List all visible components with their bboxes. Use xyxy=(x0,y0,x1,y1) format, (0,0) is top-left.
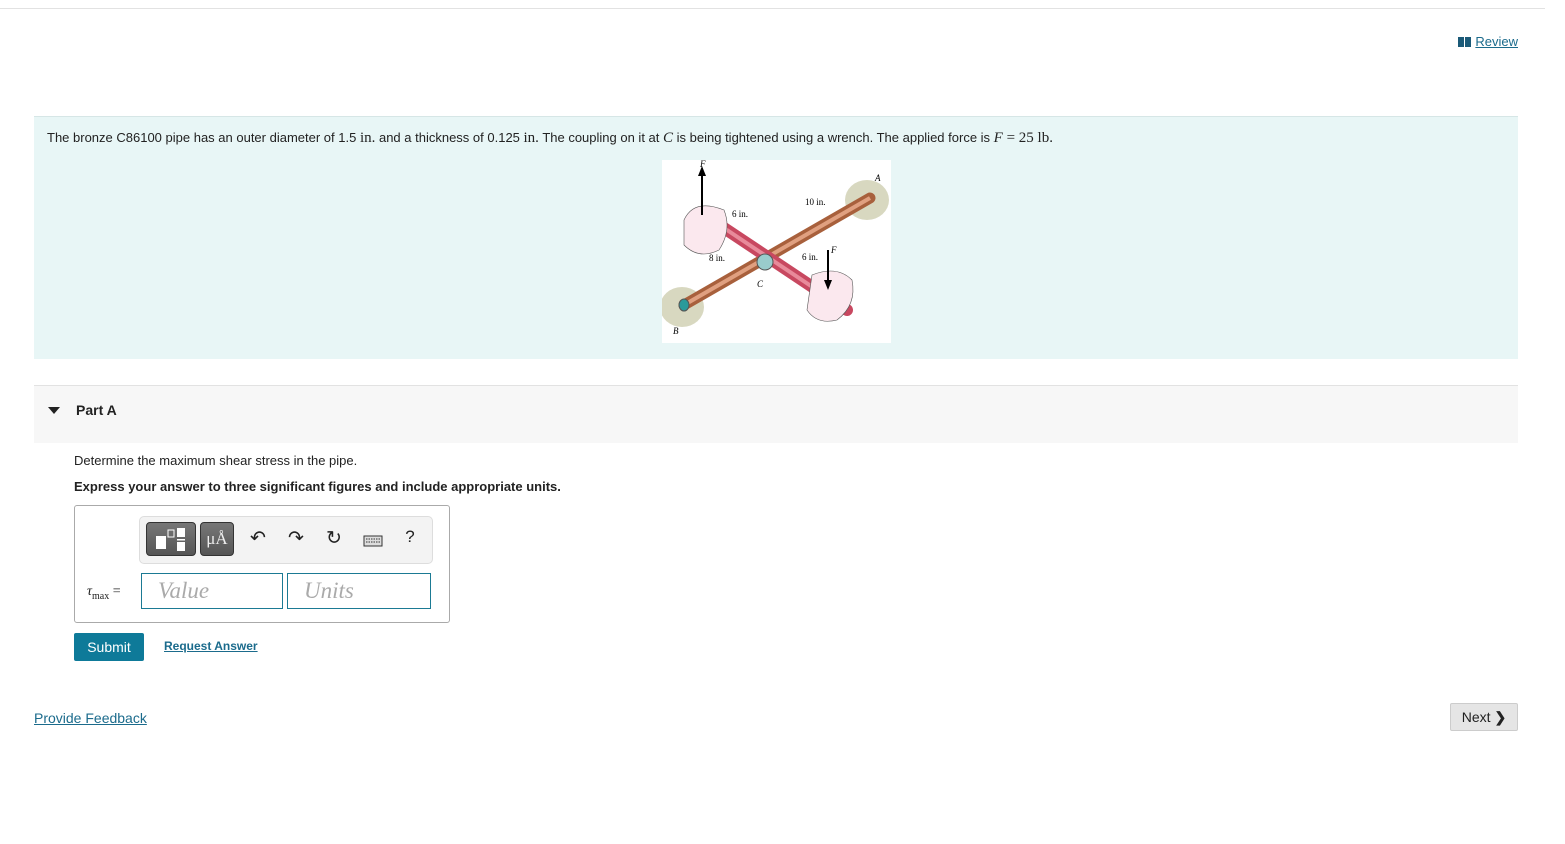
force-value: = 25 lb. xyxy=(1002,130,1053,146)
hand-left xyxy=(683,205,728,255)
coupling-c xyxy=(756,253,774,271)
answer-box: μÅ ↶ ↷ ↻ ? τmax = xyxy=(74,505,450,623)
reset-icon[interactable]: ↻ xyxy=(322,527,346,550)
force-var: F xyxy=(993,130,1003,146)
fraction-template-icon xyxy=(156,528,185,551)
undo-icon[interactable]: ↶ xyxy=(246,527,270,550)
collapse-triangle-icon[interactable] xyxy=(48,407,60,414)
review-label: Review xyxy=(1475,34,1518,49)
next-label: Next xyxy=(1461,708,1491,725)
next-button[interactable]: Next ❯ xyxy=(1450,703,1518,731)
top-divider xyxy=(0,8,1545,9)
label-b: B xyxy=(673,326,679,336)
units-button[interactable]: μÅ xyxy=(200,522,234,556)
label-10in: 10 in. xyxy=(805,197,826,207)
label-8in: 8 in. xyxy=(709,253,725,263)
redo-icon[interactable]: ↷ xyxy=(284,527,308,550)
variable-label: τmax = xyxy=(87,584,121,602)
label-c: C xyxy=(757,279,764,289)
label-f-bottom: F xyxy=(830,245,837,255)
problem-statement: The bronze C86100 pipe has an outer diam… xyxy=(34,116,1518,359)
problem-figure: F F A B C 10 in. 6 in. 6 in. 8 in. xyxy=(660,159,891,343)
text: and a thickness of 0.125 xyxy=(375,130,524,145)
label-f-top: F xyxy=(699,160,706,169)
templates-button[interactable] xyxy=(146,522,196,556)
part-label: Part A xyxy=(76,402,117,418)
subscript: max xyxy=(92,590,110,602)
part-a-header[interactable]: Part A xyxy=(34,385,1518,443)
label-6in-a: 6 in. xyxy=(732,209,748,219)
text: The coupling on it at xyxy=(538,130,664,145)
book-icon xyxy=(1458,36,1472,47)
label-6in-b: 6 in. xyxy=(802,252,818,262)
label-a: A xyxy=(874,173,881,183)
point-var: C xyxy=(663,130,674,146)
unit: in. xyxy=(523,130,539,146)
provide-feedback-link[interactable]: Provide Feedback xyxy=(34,710,147,726)
text: The bronze C86100 pipe has an outer diam… xyxy=(47,130,360,145)
units-input[interactable] xyxy=(287,573,431,609)
math-toolbar: μÅ ↶ ↷ ↻ ? xyxy=(139,516,433,564)
pipe-end xyxy=(678,298,690,312)
value-input[interactable] xyxy=(141,573,283,609)
equals-sign: = xyxy=(109,584,121,599)
unit: in. xyxy=(359,130,376,146)
text: is being tightened using a wrench. The a… xyxy=(673,130,994,145)
review-link[interactable]: Review xyxy=(1458,34,1518,49)
chevron-right-icon: ❯ xyxy=(1494,708,1507,725)
instruction-text: Express your answer to three significant… xyxy=(74,479,561,494)
question-text: Determine the maximum shear stress in th… xyxy=(74,453,358,468)
keyboard-icon[interactable] xyxy=(361,531,385,553)
submit-button[interactable]: Submit xyxy=(74,633,144,661)
request-answer-link[interactable]: Request Answer xyxy=(164,639,258,653)
problem-text: The bronze C86100 pipe has an outer diam… xyxy=(47,130,1053,147)
help-icon[interactable]: ? xyxy=(398,527,422,547)
